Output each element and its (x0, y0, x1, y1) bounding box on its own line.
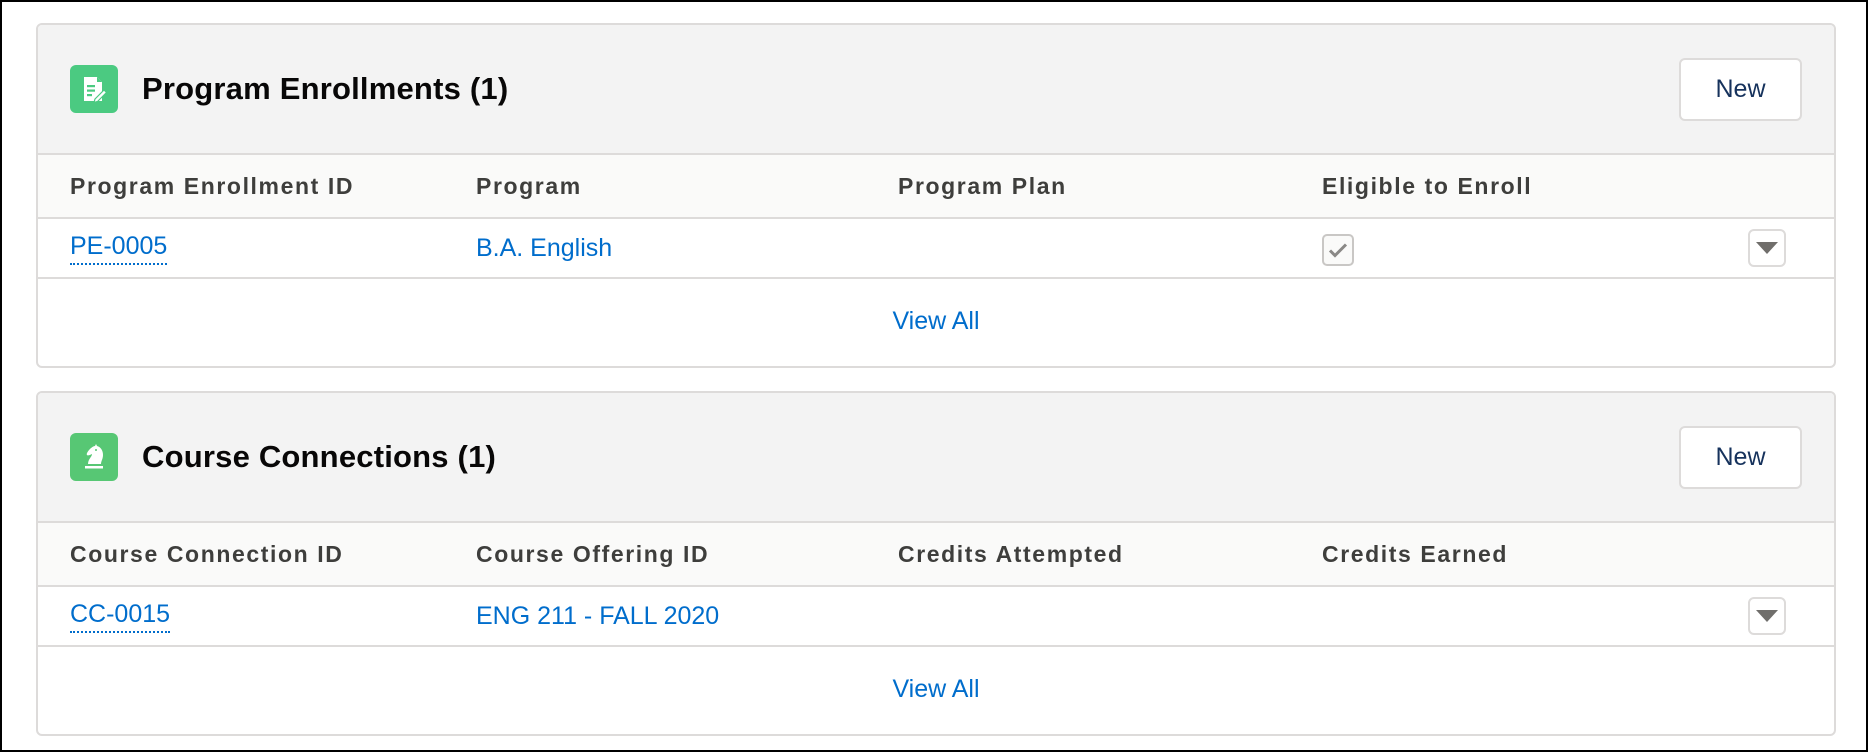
table-header: Course Connection ID Course Offering ID … (38, 523, 1834, 587)
view-all-link[interactable]: View All (892, 675, 979, 704)
chevron-down-icon (1756, 610, 1778, 622)
course-offering-link[interactable]: ENG 211 - FALL 2020 (476, 602, 719, 631)
program-link[interactable]: B.A. English (476, 234, 612, 263)
program-enrollment-id-link[interactable]: PE-0005 (70, 232, 168, 265)
eligible-to-enroll-checkbox (1322, 234, 1354, 266)
card-footer: View All (38, 647, 1834, 732)
new-program-enrollment-button[interactable]: New (1679, 58, 1802, 121)
checkmark-icon (1328, 243, 1348, 258)
card-header: Program Enrollments (1) New (38, 25, 1834, 155)
cell-course-connection-id: CC-0015 (70, 587, 171, 645)
row-actions-button[interactable] (1748, 597, 1786, 635)
column-header-program-plan[interactable]: Program Plan (898, 155, 1067, 217)
cell-eligible-to-enroll (1322, 219, 1354, 277)
course-connection-id-link[interactable]: CC-0015 (70, 600, 171, 633)
row-actions-button[interactable] (1748, 229, 1786, 267)
new-course-connection-button[interactable]: New (1679, 426, 1802, 489)
column-header-course-offering-id[interactable]: Course Offering ID (476, 523, 709, 585)
program-enrollments-card: Program Enrollments (1) New Program Enro… (36, 23, 1836, 368)
course-connections-card: Course Connections (1) New Course Connec… (36, 391, 1836, 736)
chevron-down-icon (1756, 242, 1778, 254)
table-row: CC-0015 ENG 211 - FALL 2020 (38, 587, 1834, 647)
card-title: Program Enrollments (1) (142, 71, 509, 106)
cell-course-offering: ENG 211 - FALL 2020 (476, 587, 719, 645)
column-header-program-enrollment-id[interactable]: Program Enrollment ID (70, 155, 354, 217)
view-all-link[interactable]: View All (892, 307, 979, 336)
column-header-eligible-to-enroll[interactable]: Eligible to Enroll (1322, 155, 1532, 217)
card-title: Course Connections (1) (142, 439, 497, 474)
column-header-program[interactable]: Program (476, 155, 582, 217)
table-header: Program Enrollment ID Program Program Pl… (38, 155, 1834, 219)
card-footer: View All (38, 279, 1834, 364)
column-header-credits-earned[interactable]: Credits Earned (1322, 523, 1508, 585)
cell-program: B.A. English (476, 219, 612, 277)
table-row: PE-0005 B.A. English (38, 219, 1834, 279)
column-header-course-connection-id[interactable]: Course Connection ID (70, 523, 344, 585)
card-header: Course Connections (1) New (38, 393, 1834, 523)
cell-program-enrollment-id: PE-0005 (70, 219, 168, 277)
program-enrollment-icon (70, 65, 118, 113)
column-header-credits-attempted[interactable]: Credits Attempted (898, 523, 1124, 585)
knight-icon (70, 433, 118, 481)
